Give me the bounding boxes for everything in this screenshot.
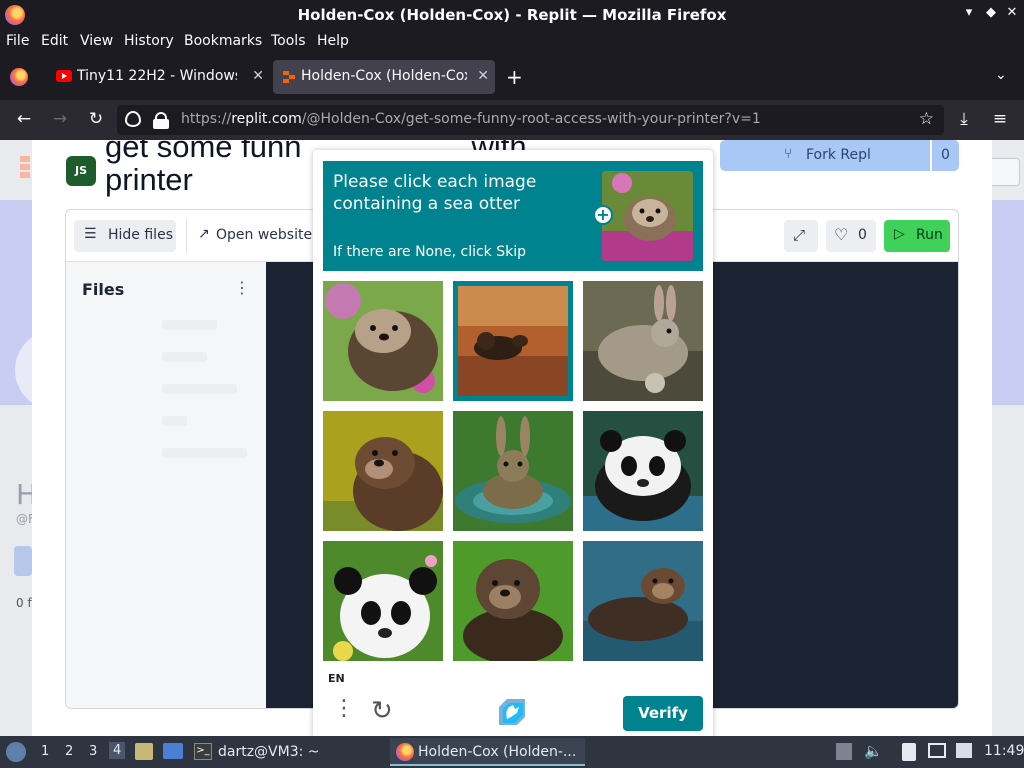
clock: 11:49 xyxy=(984,743,1024,759)
expand-button[interactable]: ⤢ xyxy=(784,220,818,252)
navigation-bar: ← → ↻ https://replit.com/@Holden-Cox/get… xyxy=(0,100,1024,140)
close-window-icon[interactable]: ✕ xyxy=(1003,5,1021,20)
fork-icon: ⑂ xyxy=(784,146,793,162)
workspace-3[interactable]: 3 xyxy=(89,744,97,759)
tracking-protection-icon[interactable] xyxy=(125,111,141,127)
open-website-button[interactable]: ↗ Open website xyxy=(194,220,314,252)
tab-label: Holden-Cox (Holden-Cox xyxy=(301,68,467,84)
downloads-icon[interactable]: ⤓ xyxy=(953,109,975,129)
like-button[interactable]: ♡ 0 xyxy=(826,220,876,252)
menu-bookmarks[interactable]: Bookmarks xyxy=(184,33,262,49)
captcha-tile-8[interactable] xyxy=(453,541,573,661)
files-header: Files xyxy=(82,280,125,299)
menu-bar: File Edit View History Bookmarks Tools H… xyxy=(0,30,1024,54)
url-text[interactable]: https://replit.com/@Holden-Cox/get-some-… xyxy=(181,111,761,127)
captcha-tile-9[interactable] xyxy=(583,541,703,661)
menu-view[interactable]: View xyxy=(80,33,113,49)
desktop-screen: Holden-Cox (Holden-Cox) - Replit — Mozil… xyxy=(0,0,1024,768)
captcha-tile-3[interactable] xyxy=(583,281,703,401)
bookmark-star-icon[interactable]: ☆ xyxy=(919,109,934,129)
files-pane: Files ⋮ xyxy=(66,262,266,708)
url-bar[interactable]: https://replit.com/@Holden-Cox/get-some-… xyxy=(117,105,944,135)
minimize-icon[interactable]: ▾ xyxy=(960,5,978,20)
workspace-1[interactable]: 1 xyxy=(41,744,49,759)
start-menu-icon[interactable] xyxy=(6,742,26,762)
tab-label: Tiny11 22H2 - Windows 1 xyxy=(77,68,237,84)
firefox-icon xyxy=(396,743,414,761)
replit-icon xyxy=(283,71,295,83)
new-tab-icon[interactable]: + xyxy=(506,65,523,89)
run-button[interactable]: ▷ Run xyxy=(884,220,950,252)
taskbar: 1 2 3 4 >_ dartz@VM3: ~ Holden-Cox (Hold… xyxy=(0,736,1024,768)
play-icon: ▷ xyxy=(894,226,905,242)
fork-count: 0 xyxy=(932,140,959,171)
ghost-count: 0 f xyxy=(16,596,32,610)
volume-icon[interactable]: 🔈 xyxy=(864,742,883,760)
files-icon: ☰ xyxy=(84,226,97,242)
list-tabs-icon[interactable]: ⌄ xyxy=(995,67,1007,83)
menu-edit[interactable]: Edit xyxy=(41,33,68,49)
network-icon[interactable] xyxy=(956,743,972,758)
window-titlebar: Holden-Cox (Holden-Cox) - Replit — Mozil… xyxy=(0,0,1024,30)
verify-button[interactable]: Verify xyxy=(623,696,703,731)
menu-help[interactable]: Help xyxy=(317,33,349,49)
youtube-icon xyxy=(56,70,72,82)
expand-icon: ⤢ xyxy=(793,226,806,244)
fork-repl-button[interactable]: ⑂ Fork Repl xyxy=(720,140,930,171)
zoom-example-icon[interactable]: + xyxy=(593,205,613,225)
captcha-tile-7[interactable] xyxy=(323,541,443,661)
example-image[interactable] xyxy=(602,171,693,261)
heart-icon: ♡ xyxy=(834,225,849,244)
more-options-icon[interactable]: ⋮ xyxy=(234,278,250,297)
replit-logo-icon xyxy=(16,156,30,178)
captcha-tile-4[interactable] xyxy=(323,411,443,531)
hcaptcha-logo-icon[interactable] xyxy=(495,695,529,729)
captcha-tile-6[interactable] xyxy=(583,411,703,531)
nodejs-icon: JS xyxy=(66,156,96,186)
refresh-challenge-icon[interactable]: ↻ xyxy=(371,698,393,724)
challenge-header: Please click each image containing a sea… xyxy=(323,161,703,271)
hide-files-button[interactable]: ☰ Hide files xyxy=(74,220,176,252)
terminal-icon[interactable]: >_ xyxy=(194,743,212,760)
captcha-tile-5[interactable] xyxy=(453,411,573,531)
firefox-view-icon[interactable] xyxy=(10,68,28,86)
workspace-2[interactable]: 2 xyxy=(65,744,73,759)
firefox-task[interactable]: Holden-Cox (Holden-... xyxy=(390,738,585,766)
tab-replit[interactable]: Holden-Cox (Holden-Cox ✕ xyxy=(273,60,495,94)
tab-bar: Tiny11 22H2 - Windows 1 ✕ Holden-Cox (Ho… xyxy=(0,54,1024,100)
close-tab-icon[interactable]: ✕ xyxy=(252,68,264,84)
captcha-tile-2[interactable] xyxy=(453,281,573,401)
display-icon[interactable] xyxy=(928,743,946,758)
file-manager-icon[interactable] xyxy=(135,743,153,760)
close-tab-icon[interactable]: ✕ xyxy=(477,68,489,84)
menu-dots-icon[interactable]: ⋮ xyxy=(333,698,355,720)
menu-tools[interactable]: Tools xyxy=(271,33,306,49)
external-link-icon: ↗ xyxy=(198,226,210,242)
back-icon[interactable]: ← xyxy=(13,109,35,129)
maximize-icon[interactable]: ◆ xyxy=(982,5,1000,20)
language-selector[interactable]: EN xyxy=(328,672,345,685)
challenge-prompt: Please click each image containing a sea… xyxy=(333,172,537,214)
forward-icon[interactable]: → xyxy=(49,109,71,129)
menu-file[interactable]: File xyxy=(6,33,29,49)
ghost-button xyxy=(14,546,32,576)
window-title: Holden-Cox (Holden-Cox) - Replit — Mozil… xyxy=(297,6,727,24)
show-desktop-icon[interactable] xyxy=(163,743,183,759)
hcaptcha-challenge: Please click each image containing a sea… xyxy=(313,150,713,740)
tray-updates-icon[interactable] xyxy=(836,743,852,760)
app-menu-icon[interactable]: ≡ xyxy=(989,109,1011,129)
menu-history[interactable]: History xyxy=(124,33,174,49)
terminal-task[interactable]: dartz@VM3: ~ xyxy=(218,744,320,760)
challenge-hint: If there are None, click Skip xyxy=(333,244,527,260)
captcha-tile-1[interactable] xyxy=(323,281,443,401)
tab-youtube[interactable]: Tiny11 22H2 - Windows 1 ✕ xyxy=(48,60,270,94)
clipboard-icon[interactable] xyxy=(902,743,916,761)
workspace-4[interactable]: 4 xyxy=(109,742,126,759)
reload-icon[interactable]: ↻ xyxy=(85,109,107,129)
